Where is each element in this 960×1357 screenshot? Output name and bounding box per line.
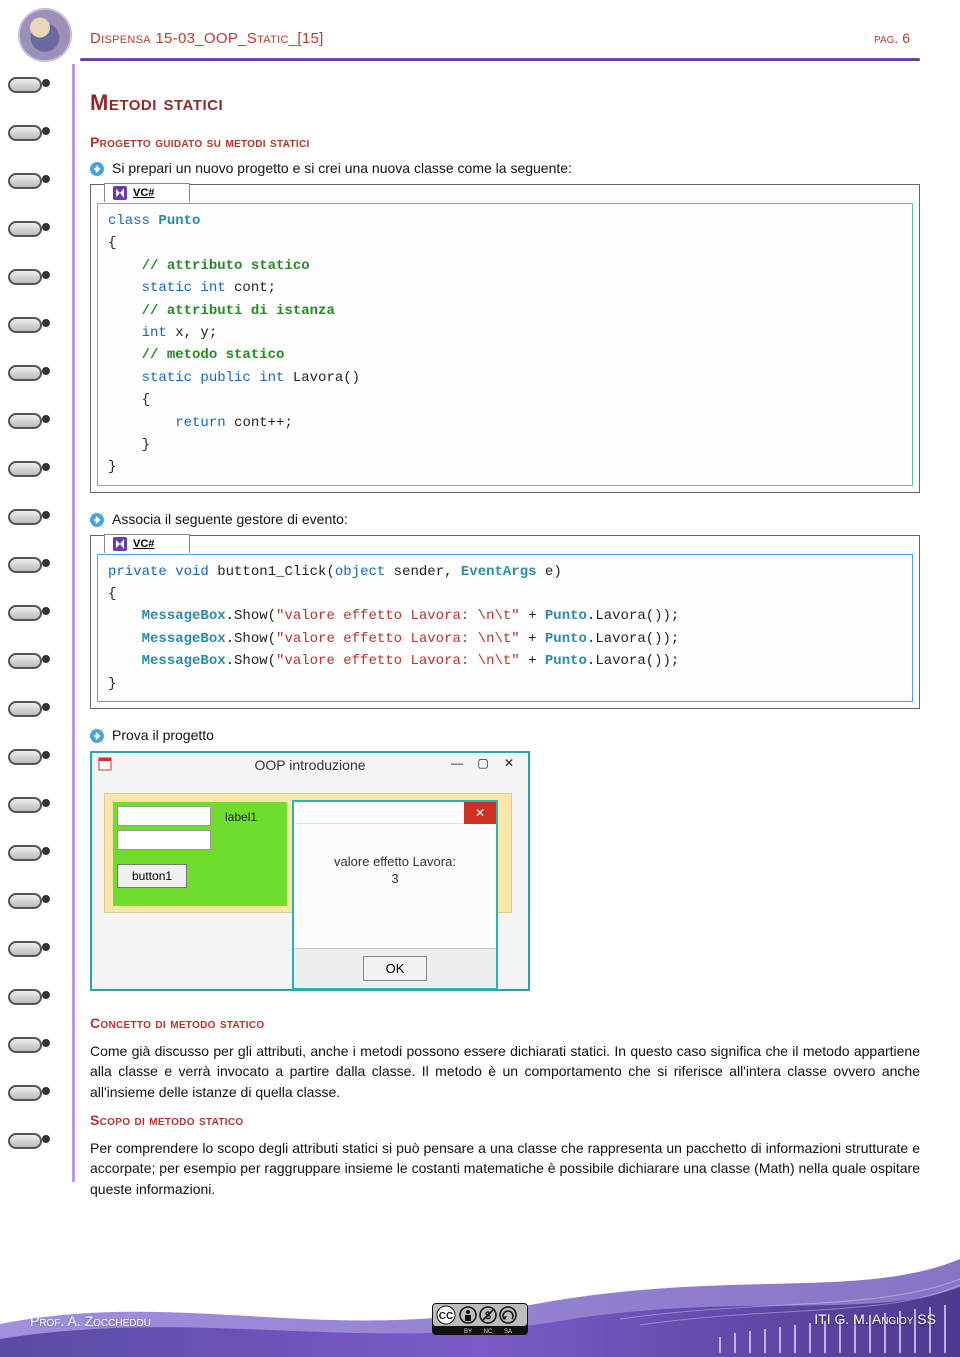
messagebox-value: 3 (302, 871, 488, 886)
bullet-text: Si prepari un nuovo progetto e si crei u… (112, 160, 572, 176)
text-input-1[interactable] (117, 806, 211, 826)
vs-icon (113, 186, 127, 200)
close-icon[interactable]: ✕ (464, 802, 496, 824)
svg-text:NC: NC (484, 1329, 493, 1335)
button1[interactable]: button1 (117, 864, 187, 888)
footer-author: Prof. A. Zoccheddu (30, 1313, 151, 1329)
doc-title: Dispensa 15-03_OOP_Static_[15] (90, 30, 324, 47)
code-block-1: VC# class Punto { // attributo statico s… (90, 184, 920, 493)
cc-license-icon: CC $ BY NC SA (432, 1303, 528, 1335)
code-tab: VC# (104, 534, 190, 553)
margin-line (72, 64, 75, 1182)
arrow-icon (90, 162, 104, 176)
label1: label1 (225, 810, 257, 824)
maximize-icon[interactable]: ▢ (470, 753, 496, 773)
section-heading: Metodi statici (90, 90, 920, 116)
footer-wave-graphic (0, 1229, 960, 1357)
bullet-row: Prova il progetto (90, 727, 920, 743)
spiral-binding (8, 75, 56, 1165)
header-rule (80, 58, 920, 61)
minimize-icon[interactable]: — (444, 753, 470, 773)
code-tab-label: VC# (133, 187, 154, 199)
app-screenshot: OOP introduzione — ▢ ✕ label1 button1 ✕ … (90, 751, 530, 991)
page-header: Dispensa 15-03_OOP_Static_[15] pag. 6 (90, 30, 910, 47)
svg-text:CC: CC (439, 1311, 453, 1322)
bullet-text: Associa il seguente gestore di evento: (112, 511, 348, 527)
footer-school: ITI G. M. Angioy SS (814, 1311, 936, 1327)
arrow-icon (90, 513, 104, 527)
text-input-2[interactable] (117, 830, 211, 850)
code-block-2: VC# private void button1_Click(object se… (90, 535, 920, 709)
green-panel: label1 button1 (113, 802, 287, 906)
paragraph: Per comprendere lo scopo degli attributi… (90, 1138, 920, 1199)
paragraph: Come già discusso per gli attributi, anc… (90, 1041, 920, 1102)
subheading-concetto: Concetto di metodo statico (90, 1015, 920, 1031)
messagebox-text: valore effetto Lavora: (302, 854, 488, 869)
code-tab: VC# (104, 183, 190, 202)
subheading-scopo: Scopo di metodo statico (90, 1112, 920, 1128)
close-icon[interactable]: ✕ (496, 753, 522, 773)
code-tab-label: VC# (133, 538, 154, 550)
footer: Prof. A. Zoccheddu ITI G. M. Angioy SS C… (0, 1229, 960, 1357)
page-number: pag. 6 (874, 30, 910, 46)
window-controls: — ▢ ✕ (444, 753, 522, 773)
document-page: Dispensa 15-03_OOP_Static_[15] pag. 6 Me… (0, 0, 960, 1357)
bullet-row: Si prepari un nuovo progetto e si crei u… (90, 160, 920, 176)
ok-button[interactable]: OK (363, 956, 428, 981)
subheading-progetto: Progetto guidato su metodi statici (90, 134, 920, 150)
bullet-text: Prova il progetto (112, 727, 214, 743)
arrow-icon (90, 729, 104, 743)
author-avatar (18, 8, 72, 62)
messagebox: ✕ valore effetto Lavora: 3 OK (292, 800, 498, 990)
content: Metodi statici Progetto guidato su metod… (90, 90, 920, 1209)
bullet-row: Associa il seguente gestore di evento: (90, 511, 920, 527)
vs-icon (113, 537, 127, 551)
svg-text:SA: SA (504, 1329, 512, 1335)
svg-text:BY: BY (464, 1329, 472, 1335)
